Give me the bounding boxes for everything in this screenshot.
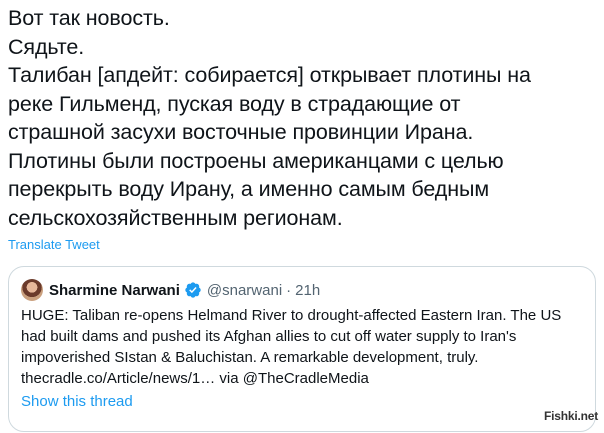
tweet-text-line: перекрыть воду Ирану, а именно самым бед…	[8, 177, 490, 201]
quoted-tweet-text: HUGE: Taliban re-opens Helmand River to …	[21, 305, 589, 389]
quoted-text-line: HUGE: Taliban re-opens Helmand River to …	[21, 307, 562, 324]
user-avatar[interactable]	[21, 279, 43, 301]
quoted-author-name[interactable]: Sharmine Narwani	[49, 282, 180, 299]
quoted-text-line[interactable]: thecradle.co/Article/news/1… via @TheCra…	[21, 368, 589, 389]
quoted-author-handle[interactable]: @snarwani	[207, 282, 282, 299]
quoted-tweet-header: Sharmine Narwani @snarwani · 21h	[21, 278, 320, 302]
quoted-text-line: had built dams and pushed its Afghan all…	[21, 328, 517, 345]
translate-tweet-link[interactable]: Translate Tweet	[8, 237, 100, 252]
tweet-text-line: страшной засухи восточные провинции Иран…	[8, 120, 474, 144]
show-thread-link[interactable]: Show this thread	[21, 393, 133, 410]
tweet-text-line: Сядьте.	[8, 34, 85, 59]
tweet-text-line: реке Гильменд, пуская воду в страдающие …	[8, 91, 461, 116]
tweet-text-line: Талибан [апдейт: собирается] открывает п…	[8, 63, 531, 87]
separator-dot: ·	[286, 281, 292, 299]
tweet-text-line: Плотины были построены американцами с це…	[8, 148, 504, 173]
quoted-tweet-card[interactable]: Sharmine Narwani @snarwani · 21h HUGE: T…	[8, 266, 596, 432]
tweet-text: Вот так новость. Сядьте. Талибан [апдейт…	[8, 4, 600, 232]
watermark: Fishki.net	[543, 409, 598, 423]
tweet-text-line: сельскохозяйственным регионам.	[8, 205, 343, 230]
quoted-text-line: impoverished SIstan & Baluchistan. A rem…	[21, 349, 479, 366]
quoted-tweet-time[interactable]: 21h	[295, 282, 320, 299]
tweet-text-line: Вот так новость.	[8, 6, 170, 30]
verified-badge-icon	[184, 281, 202, 299]
